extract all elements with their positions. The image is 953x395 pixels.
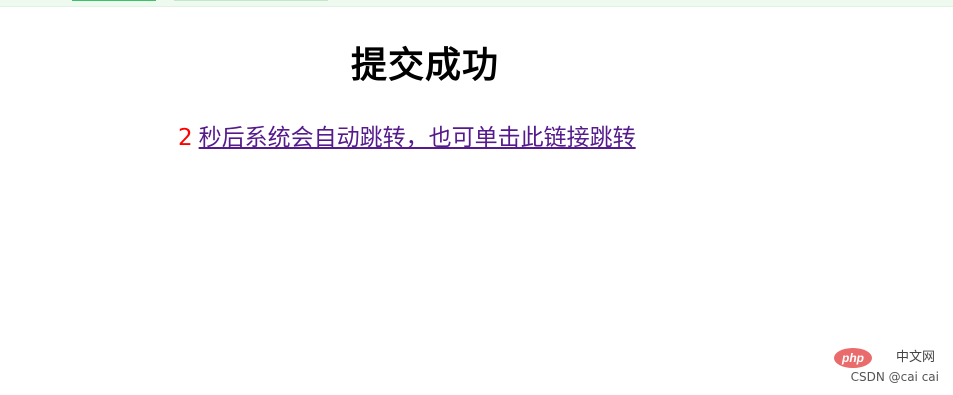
tab-indicator-active[interactable] — [72, 0, 156, 1]
tab-indicator[interactable] — [174, 0, 328, 1]
redirect-message: 2 秒后系统会自动跳转，也可单击此链接跳转 — [178, 122, 636, 154]
php-logo-icon: php — [834, 348, 872, 368]
page-viewport: 提交成功 2 秒后系统会自动跳转，也可单击此链接跳转 php 中文网 CSDN @… — [0, 0, 953, 395]
browser-tab-strip — [0, 0, 953, 7]
php-logo-text: php — [841, 351, 864, 365]
watermark-site-name: 中文网 — [895, 350, 935, 365]
countdown-seconds: 2 — [178, 125, 193, 151]
page-title: 提交成功 — [350, 45, 499, 86]
redirect-link[interactable]: 秒后系统会自动跳转，也可单击此链接跳转 — [199, 125, 636, 151]
watermark: php 中文网 CSDN @cai cai — [831, 347, 941, 387]
watermark-credit: CSDN @cai cai — [850, 370, 939, 384]
